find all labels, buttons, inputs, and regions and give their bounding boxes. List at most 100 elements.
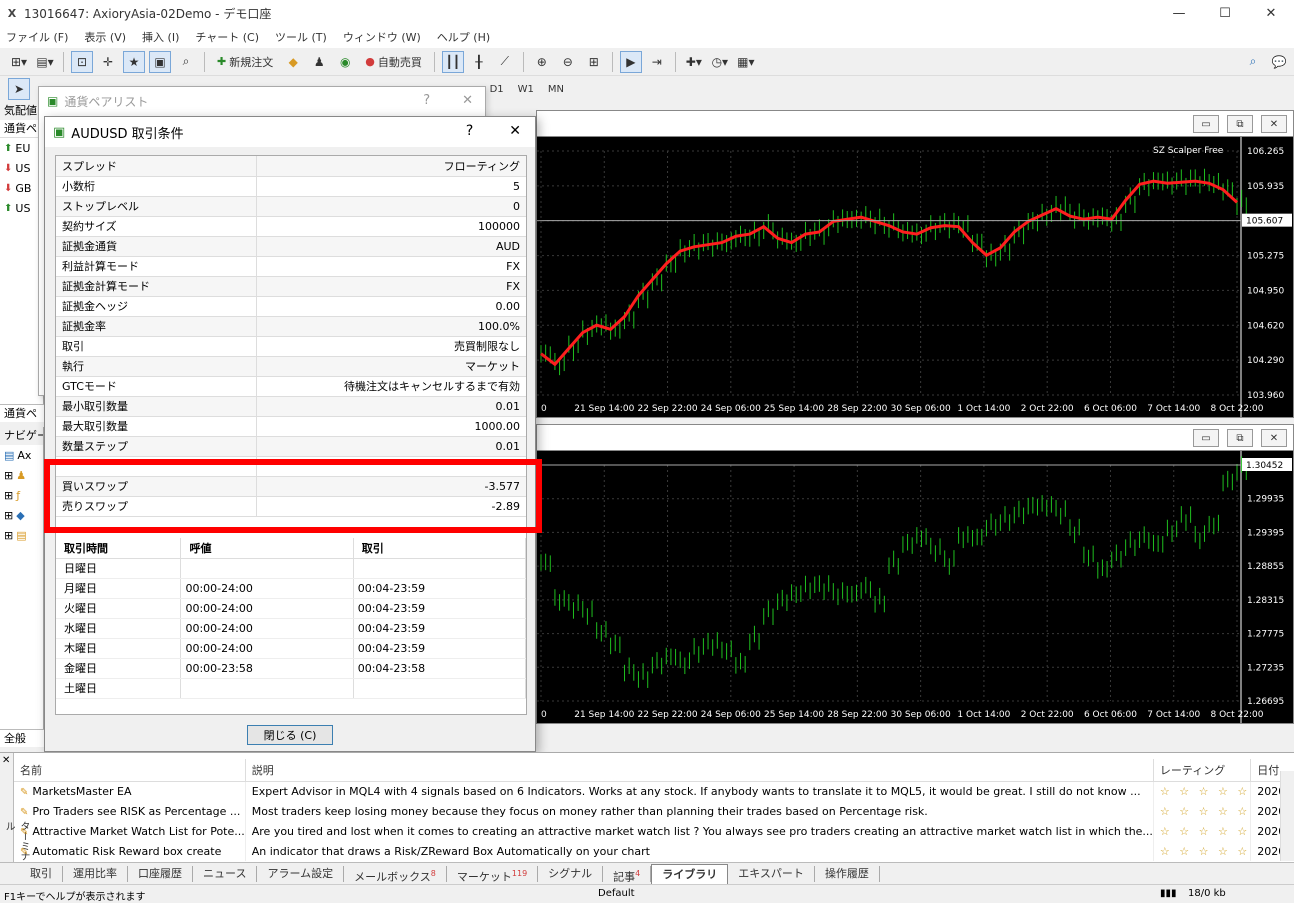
chart-close-icon[interactable]: ✕ <box>1261 115 1287 133</box>
tab-general[interactable]: 全般 <box>0 729 44 747</box>
crosshair-icon[interactable]: ✛ <box>97 51 119 73</box>
menu-item-6[interactable]: ヘルプ (H) <box>437 29 490 45</box>
schedule-row: 土曜日 <box>56 678 526 699</box>
arrow-up-icon: ⬆ <box>4 202 13 214</box>
tab-badge: 119 <box>511 868 528 878</box>
terminal-tab-6[interactable]: マーケット119 <box>447 865 539 883</box>
bar-chart-icon[interactable]: ┃┃ <box>441 50 464 73</box>
status-bar: F1キーでヘルプが表示されます Default ▮▮▮ 18/0 kb <box>0 884 1294 903</box>
cursor-icon[interactable]: ➤ <box>8 78 30 100</box>
search-icon[interactable]: ⌕ <box>1242 51 1264 73</box>
indicators-icon[interactable]: ✚▾ <box>683 51 705 73</box>
tab-symbols[interactable]: 通貨ペ <box>0 404 44 422</box>
profiles-icon[interactable]: ▤▾ <box>34 51 56 73</box>
navigator-root[interactable]: ▤ Ax <box>0 445 43 465</box>
market-watch-icon[interactable]: ⊡ <box>71 50 93 73</box>
navigator-item-scripts[interactable]: ⊞ ▤ <box>0 525 43 545</box>
status-profile: Default <box>598 888 635 899</box>
metaeditor-icon[interactable]: ◆ <box>282 51 304 73</box>
symbols-help-icon[interactable]: ? <box>423 93 430 108</box>
menu-item-0[interactable]: ファイル (F) <box>6 29 68 45</box>
tf-d1[interactable]: D1 <box>484 84 510 95</box>
signals-icon[interactable]: ◉ <box>334 51 356 73</box>
menu-item-2[interactable]: 挿入 (I) <box>142 29 179 45</box>
menu-item-5[interactable]: ウィンドウ (W) <box>343 29 421 45</box>
spec-help-icon[interactable]: ? <box>466 123 473 139</box>
periods-icon[interactable]: ◷▾ <box>709 51 731 73</box>
terminal-tab-3[interactable]: ニュース <box>193 865 258 882</box>
tf-w1[interactable]: W1 <box>512 84 540 95</box>
spec-value <box>256 456 526 477</box>
library-header[interactable]: 名前 <box>14 759 246 782</box>
terminal-tab-4[interactable]: アラーム設定 <box>257 865 345 882</box>
templates-icon[interactable]: ▦▾ <box>735 51 757 73</box>
price-chart-1[interactable]: 0 21 Sep 14:00 22 Sep 22:00 24 Sep 06:00 25 … <box>537 137 1293 417</box>
status-traffic: 18/0 kb <box>1188 888 1226 899</box>
library-header[interactable]: レーティング <box>1153 759 1252 782</box>
terminal-icon[interactable]: ▣ <box>149 50 171 73</box>
chart-window-2[interactable]: ▭ ⧉ ✕ 0 21 Sep 14:00 22 Sep 22:00 24 Sep 06… <box>536 424 1294 724</box>
tester-icon[interactable]: ⌕ <box>175 51 197 73</box>
symbol-row[interactable]: ⬇ US <box>0 158 43 178</box>
library-row[interactable]: ✎ Pro Traders see RISK as Percentage ... M… <box>14 801 1294 821</box>
chart-restore-icon[interactable]: ⧉ <box>1227 429 1253 447</box>
candle-chart-icon[interactable]: ╂ <box>468 51 490 73</box>
chart-minimize-icon[interactable]: ▭ <box>1193 429 1219 447</box>
x-tick-label: 24 Sep 06:00 <box>701 710 761 720</box>
library-header[interactable]: 説明 <box>245 759 1154 782</box>
auto-scroll-icon[interactable]: ▶ <box>619 50 642 73</box>
symbol-row[interactable]: ⬆ US <box>0 198 43 218</box>
symbols-close-icon[interactable]: ✕ <box>462 93 473 108</box>
minimize-icon[interactable]: — <box>1156 0 1202 26</box>
terminal-tab-5[interactable]: メールボックス8 <box>344 865 447 883</box>
terminal-tab-8[interactable]: 記事4 <box>603 865 652 883</box>
library-row[interactable]: ✎ MarketsMaster EA Expert Advisor in MQL4 … <box>14 781 1294 801</box>
x-tick-label: 8 Oct 22:00 <box>1211 710 1264 720</box>
tf-mn[interactable]: MN <box>542 84 570 95</box>
tile-windows-icon[interactable]: ⊞ <box>583 51 605 73</box>
navigator-icon[interactable]: ★ <box>123 50 145 73</box>
library-row[interactable]: ✎ Automatic Risk Reward box create An indi… <box>14 841 1294 861</box>
library-desc: An indicator that draws a Risk/ZReward B… <box>245 841 1154 861</box>
new-chart-icon[interactable]: ⊞▾ <box>8 51 30 73</box>
terminal-tab-9[interactable]: ライブラリ <box>651 863 729 884</box>
menu-item-3[interactable]: チャート (C) <box>195 29 259 45</box>
zoom-in-icon[interactable]: ⊕ <box>531 51 553 73</box>
close-button[interactable]: 閉じる (C) <box>247 725 333 745</box>
terminal-tab-1[interactable]: 運用比率 <box>63 865 128 882</box>
chart-shift-icon[interactable]: ⇥ <box>646 51 668 73</box>
terminal-tab-10[interactable]: エキスパート <box>728 865 815 882</box>
terminal-tab-0[interactable]: 取引 <box>20 865 63 882</box>
line-chart-icon[interactable]: ⟋ <box>494 51 516 73</box>
chart-minimize-icon[interactable]: ▭ <box>1193 115 1219 133</box>
price-chart-2[interactable]: 0 21 Sep 14:00 22 Sep 22:00 24 Sep 06:00 25 … <box>537 451 1293 723</box>
chart-close-icon[interactable]: ✕ <box>1261 429 1287 447</box>
maximize-icon[interactable]: ☐ <box>1202 0 1248 26</box>
terminal-tab-7[interactable]: シグナル <box>538 865 604 882</box>
chart-restore-icon[interactable]: ⧉ <box>1227 115 1253 133</box>
community-icon[interactable]: ♟ <box>308 51 330 73</box>
terminal-close-icon[interactable]: ✕ <box>2 755 10 766</box>
schedule-row: 火曜日 00:00-24:00 00:04-23:59 <box>56 598 526 619</box>
spec-label: 証拠金通貨 <box>56 236 257 257</box>
auto-trade-button[interactable]: ● 自動売買 <box>360 51 427 73</box>
spec-close-icon[interactable]: ✕ <box>509 123 521 139</box>
navigator-item-experts[interactable]: ⊞ ◆ <box>0 505 43 525</box>
zoom-out-icon[interactable]: ⊖ <box>557 51 579 73</box>
close-window-icon[interactable]: ✕ <box>1248 0 1294 26</box>
chat-icon[interactable]: 💬 <box>1268 51 1290 73</box>
spec-label: GTCモード <box>56 376 257 397</box>
new-order-button[interactable]: ✚ 新規注文 <box>212 51 278 73</box>
symbol-row[interactable]: ⬆ EU <box>0 138 43 158</box>
menu-item-1[interactable]: 表示 (V) <box>84 29 126 45</box>
navigator-item-indicators[interactable]: ⊞ ƒ <box>0 485 43 505</box>
menu-item-4[interactable]: ツール (T) <box>275 29 327 45</box>
terminal-tab-2[interactable]: 口座履歴 <box>128 865 193 882</box>
chart-window-audusd[interactable]: ▭ ⧉ ✕ 0 21 Sep 14:00 22 Sep 22:00 24 Sep 06… <box>536 110 1294 418</box>
symbol-row[interactable]: ⬇ GB <box>0 178 43 198</box>
navigator-item-accounts[interactable]: ⊞ ♟ <box>0 465 43 485</box>
app-logo-icon: X <box>7 6 17 20</box>
library-row[interactable]: ✎ Attractive Market Watch List for Pote..… <box>14 821 1294 841</box>
library-scrollbar[interactable] <box>1280 771 1294 861</box>
terminal-tab-11[interactable]: 操作履歴 <box>815 865 880 882</box>
